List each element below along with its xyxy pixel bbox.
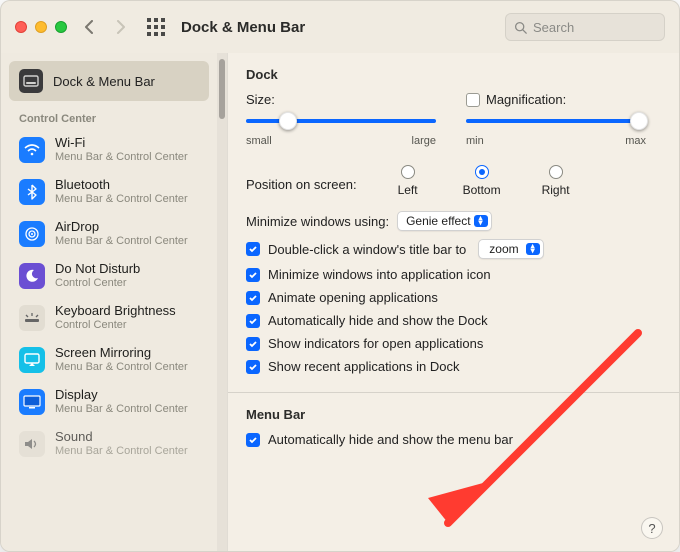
sidebar-item-dnd[interactable]: Do Not DisturbControl Center (9, 255, 209, 297)
sidebar[interactable]: Dock & Menu Bar Control Center Wi-FiMenu… (1, 53, 217, 551)
position-bottom[interactable]: Bottom (459, 165, 505, 197)
search-placeholder: Search (533, 20, 574, 35)
wifi-icon (19, 137, 45, 163)
close-button[interactable] (15, 21, 27, 33)
window-controls (15, 21, 67, 33)
sidebar-section-header: Control Center (9, 101, 209, 129)
display-icon (19, 389, 45, 415)
show-all-icon[interactable] (147, 18, 165, 36)
chevron-updown-icon: ▴▾ (476, 216, 486, 227)
magnification-label: Magnification: (486, 92, 566, 107)
sidebar-scrollbar[interactable] (217, 53, 227, 551)
double-click-checkbox[interactable] (246, 242, 260, 256)
magnification-slider[interactable] (466, 111, 646, 131)
sidebar-item-sound[interactable]: SoundMenu Bar & Control Center (9, 423, 209, 465)
window-title: Dock & Menu Bar (181, 19, 305, 36)
sidebar-item-dock-menu-bar[interactable]: Dock & Menu Bar (9, 61, 209, 101)
forward-button[interactable] (111, 17, 131, 37)
back-button[interactable] (79, 17, 99, 37)
dock-icon (19, 69, 43, 93)
content-pane: Dock Size: smalllarge Magnification (227, 53, 679, 551)
menu-bar-title: Menu Bar (246, 407, 661, 422)
airdrop-icon (19, 221, 45, 247)
help-button[interactable]: ? (641, 517, 663, 539)
sidebar-item-airdrop[interactable]: AirDropMenu Bar & Control Center (9, 213, 209, 255)
zoom-button[interactable] (55, 21, 67, 33)
minimize-effect-select[interactable]: Genie effect ▴▾ (397, 211, 492, 231)
autohide-menubar-checkbox[interactable] (246, 433, 260, 447)
dock-title: Dock (246, 67, 661, 82)
toolbar: Dock & Menu Bar Search (1, 1, 679, 53)
minimize-using-label: Minimize windows using: (246, 214, 389, 229)
position-label: Position on screen: (246, 177, 357, 192)
show-indicators-checkbox[interactable] (246, 337, 260, 351)
position-right[interactable]: Right (533, 165, 579, 197)
search-icon (514, 21, 527, 34)
sidebar-item-screen-mirroring[interactable]: Screen MirroringMenu Bar & Control Cente… (9, 339, 209, 381)
sidebar-item-display[interactable]: DisplayMenu Bar & Control Center (9, 381, 209, 423)
minimize-into-icon-checkbox[interactable] (246, 268, 260, 282)
double-click-label: Double-click a window's title bar to (268, 242, 466, 257)
position-left[interactable]: Left (385, 165, 431, 197)
search-field[interactable]: Search (505, 13, 665, 41)
sidebar-item-label: Dock & Menu Bar (53, 74, 155, 89)
chevron-updown-icon: ▴▾ (528, 244, 538, 255)
sidebar-item-keyboard-brightness[interactable]: Keyboard BrightnessControl Center (9, 297, 209, 339)
bluetooth-icon (19, 179, 45, 205)
sidebar-item-wifi[interactable]: Wi-FiMenu Bar & Control Center (9, 129, 209, 171)
sidebar-item-bluetooth[interactable]: BluetoothMenu Bar & Control Center (9, 171, 209, 213)
autohide-dock-checkbox[interactable] (246, 314, 260, 328)
dock-section: Dock Size: smalllarge Magnification (228, 53, 679, 393)
preferences-window: Dock & Menu Bar Search Dock & Menu Bar C… (0, 0, 680, 552)
size-label: Size: (246, 92, 275, 107)
minimize-button[interactable] (35, 21, 47, 33)
show-recent-checkbox[interactable] (246, 360, 260, 374)
dock-size-slider[interactable] (246, 111, 436, 131)
sound-icon (19, 431, 45, 457)
animate-opening-checkbox[interactable] (246, 291, 260, 305)
magnification-checkbox[interactable] (466, 93, 480, 107)
keyboard-brightness-icon (19, 305, 45, 331)
menu-bar-section: Menu Bar Automatically hide and show the… (228, 393, 679, 487)
screen-mirroring-icon (19, 347, 45, 373)
moon-icon (19, 263, 45, 289)
double-click-action-select[interactable]: zoom ▴▾ (478, 239, 543, 259)
